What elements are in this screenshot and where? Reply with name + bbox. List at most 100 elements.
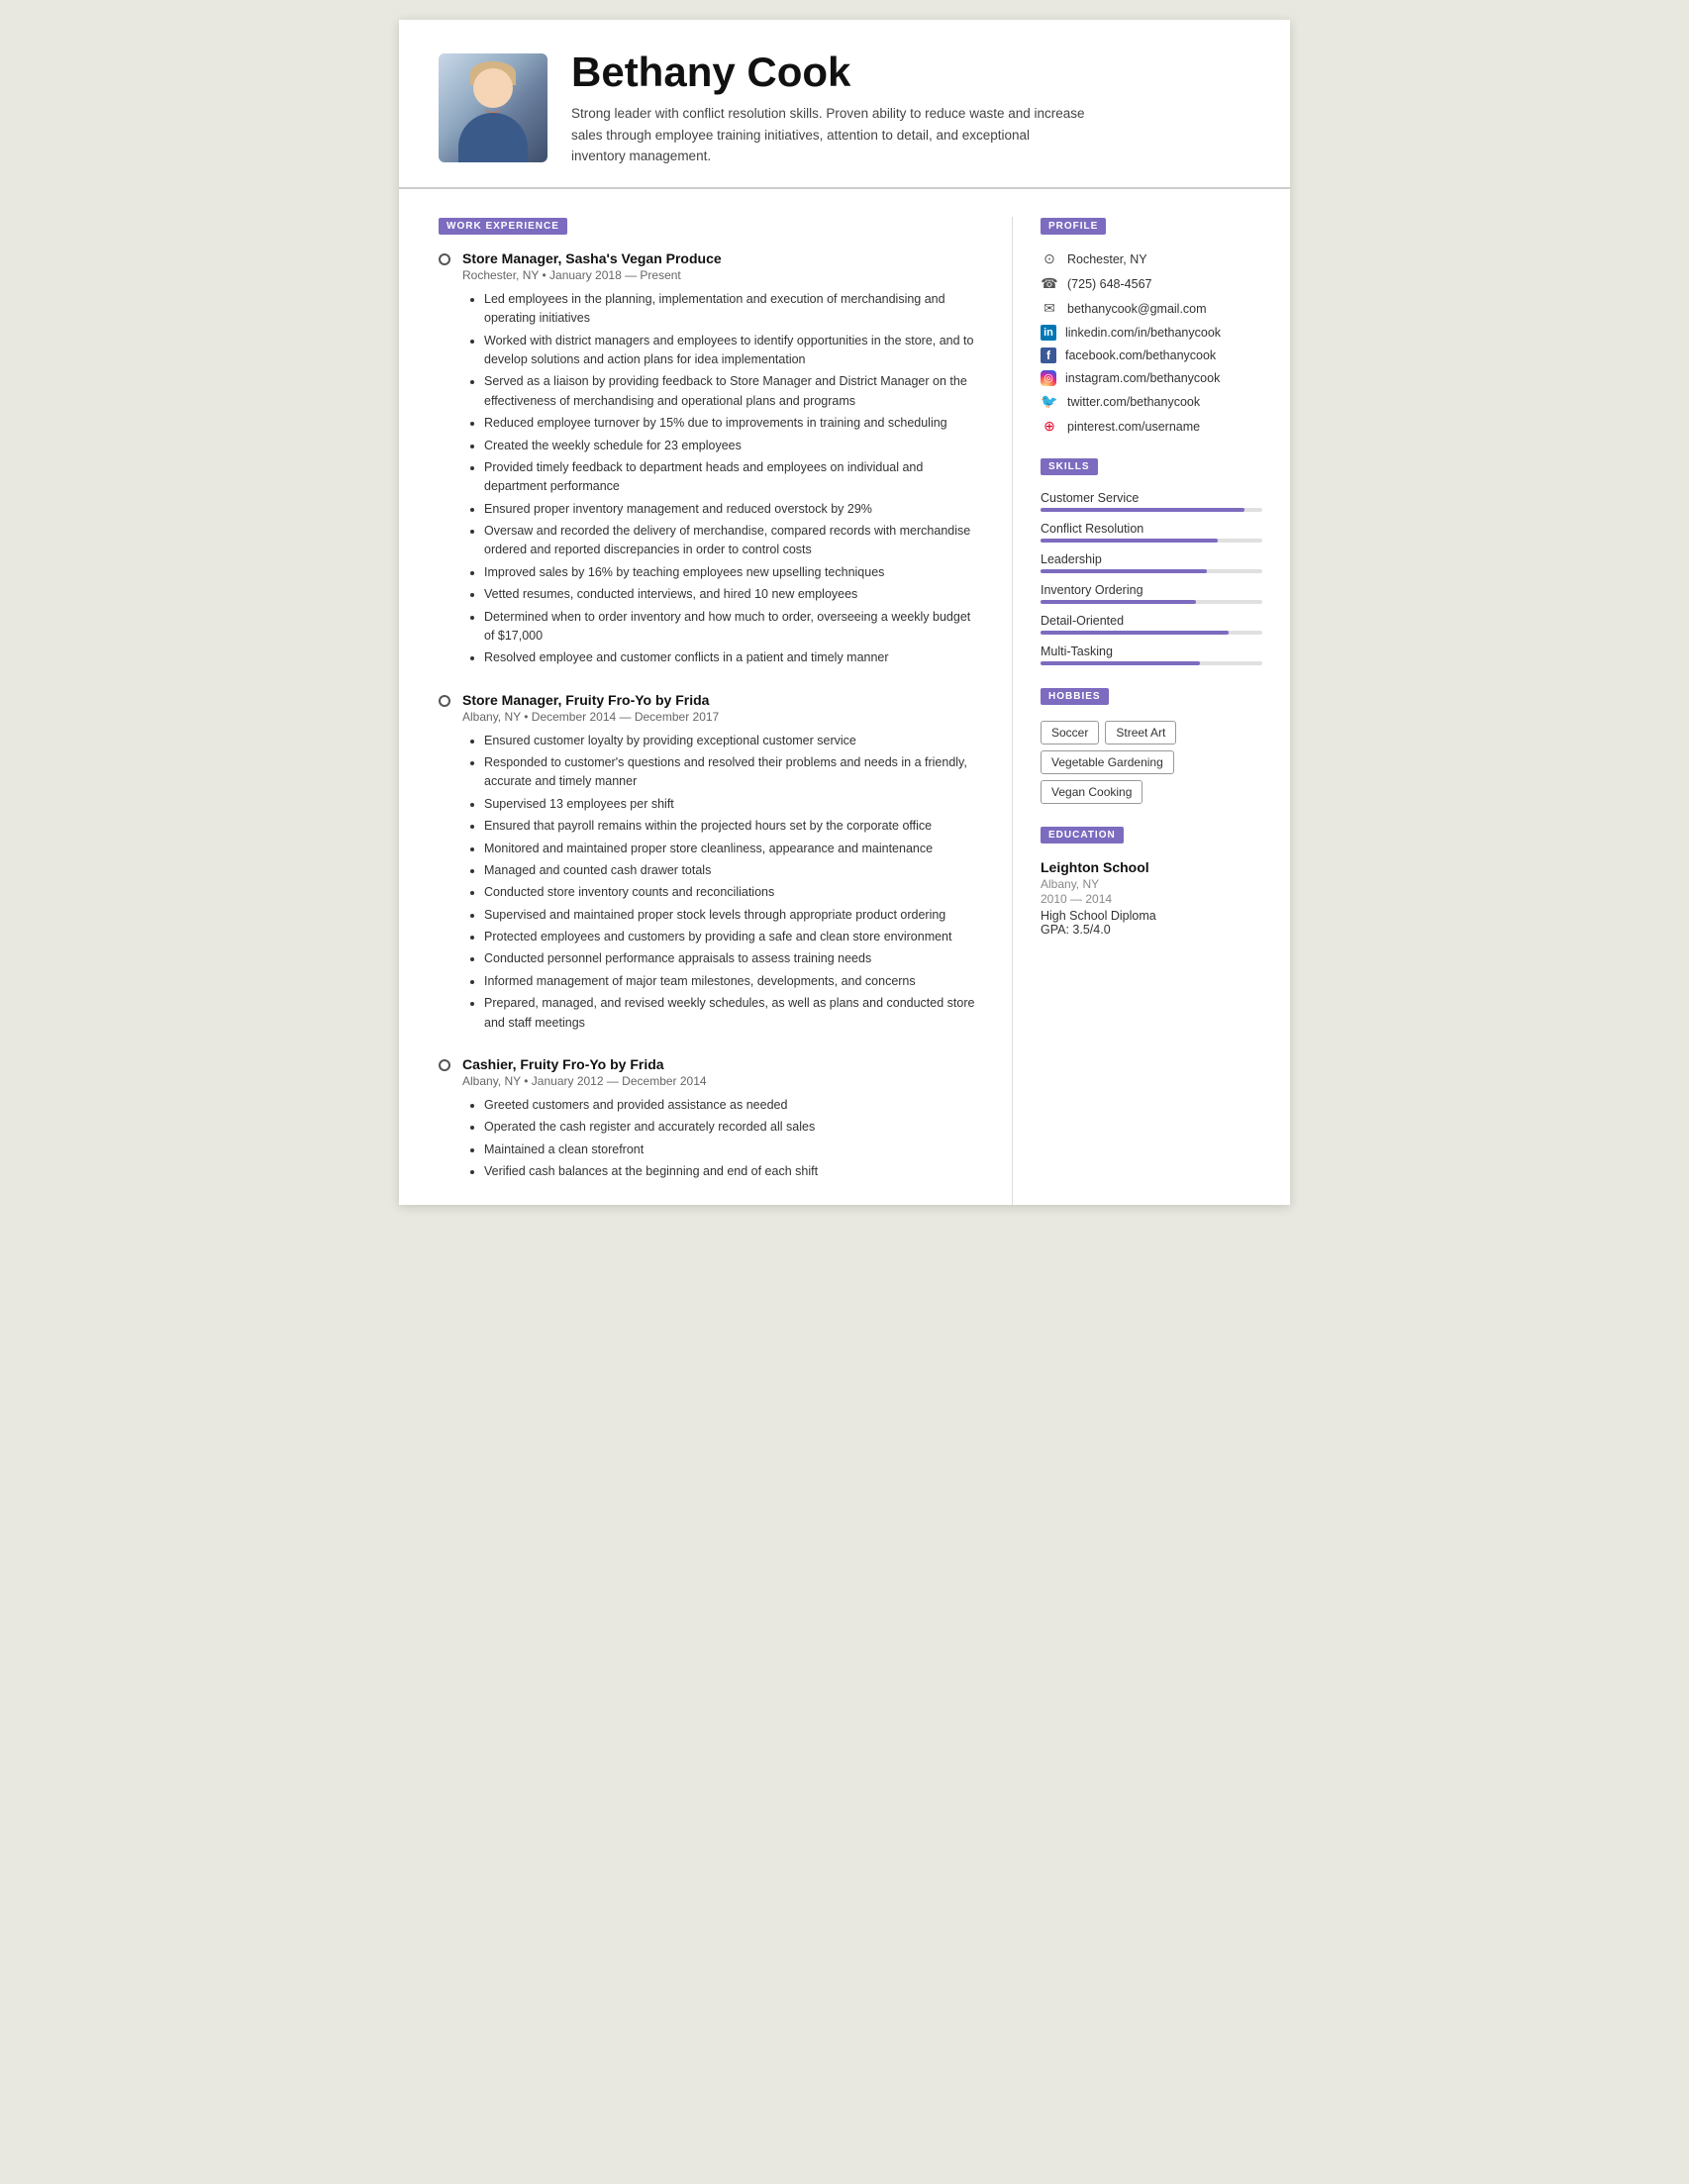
work-bullet-item: Verified cash balances at the beginning … [484, 1162, 984, 1181]
education-section: EDUCATION Leighton School Albany, NY 201… [1041, 826, 1262, 937]
phone-icon: ☎ [1041, 275, 1058, 293]
pinterest-icon: ⊕ [1041, 418, 1058, 436]
phone-text: (725) 648-4567 [1067, 277, 1151, 291]
work-title: Store Manager, Sasha's Vegan Produce [462, 250, 722, 266]
skill-item: Customer Service [1041, 491, 1262, 512]
work-bullet-item: Conducted store inventory counts and rec… [484, 883, 984, 902]
twitter-icon: 🐦 [1041, 393, 1058, 411]
work-bullet-item: Led employees in the planning, implement… [484, 290, 984, 329]
skill-bar-background [1041, 631, 1262, 635]
profile-label: PROFILE [1041, 218, 1106, 235]
work-bullets-list: Ensured customer loyalty by providing ex… [474, 732, 984, 1033]
avatar [439, 53, 547, 162]
skill-bar-fill [1041, 508, 1244, 512]
skill-name: Leadership [1041, 552, 1262, 566]
location-icon: ⊙ [1041, 250, 1058, 268]
location-text: Rochester, NY [1067, 252, 1147, 266]
skill-bar-fill [1041, 661, 1200, 665]
work-bullet-item: Responded to customer's questions and re… [484, 753, 984, 792]
work-bullet-item: Managed and counted cash drawer totals [484, 861, 984, 880]
instagram-icon: ◎ [1041, 370, 1056, 386]
profile-linkedin: in linkedin.com/in/bethanycook [1041, 325, 1262, 341]
skill-bar-background [1041, 661, 1262, 665]
skill-name: Inventory Ordering [1041, 583, 1262, 597]
work-experience-label: WORK EXPERIENCE [439, 218, 567, 235]
profile-twitter: 🐦 twitter.com/bethanycook [1041, 393, 1262, 411]
work-subtitle: Rochester, NY • January 2018 — Present [462, 268, 984, 282]
work-bullet-item: Worked with district managers and employ… [484, 332, 984, 370]
work-item-header: Store Manager, Sasha's Vegan Produce [439, 250, 984, 266]
linkedin-text: linkedin.com/in/bethanycook [1065, 326, 1221, 340]
skill-item: Multi-Tasking [1041, 645, 1262, 665]
work-item: Cashier, Fruity Fro-Yo by Frida Albany, N… [439, 1056, 984, 1182]
work-subtitle: Albany, NY • January 2012 — December 201… [462, 1074, 984, 1088]
profile-section: PROFILE ⊙ Rochester, NY ☎ (725) 648-4567… [1041, 217, 1262, 436]
skill-name: Multi-Tasking [1041, 645, 1262, 658]
school-degree: High School Diploma [1041, 909, 1262, 923]
work-subtitle: Albany, NY • December 2014 — December 20… [462, 710, 984, 724]
work-bullet-item: Resolved employee and customer conflicts… [484, 648, 984, 667]
school-years: 2010 — 2014 [1041, 892, 1262, 906]
resume-body: WORK EXPERIENCE Store Manager, Sasha's V… [399, 189, 1290, 1206]
work-bullet-item: Protected employees and customers by pro… [484, 928, 984, 946]
skill-bar-fill [1041, 569, 1207, 573]
work-circle-dot [439, 253, 450, 265]
work-bullet-item: Reduced employee turnover by 15% due to … [484, 414, 984, 433]
candidate-name: Bethany Cook [571, 50, 1250, 95]
work-bullet-item: Monitored and maintained proper store cl… [484, 840, 984, 858]
work-bullet-item: Created the weekly schedule for 23 emplo… [484, 437, 984, 455]
work-bullet-item: Ensured proper inventory management and … [484, 500, 984, 519]
facebook-text: facebook.com/bethanycook [1065, 348, 1216, 362]
profile-phone: ☎ (725) 648-4567 [1041, 275, 1262, 293]
work-circle-dot [439, 1059, 450, 1071]
education-label: EDUCATION [1041, 827, 1124, 844]
work-title: Store Manager, Fruity Fro-Yo by Frida [462, 692, 709, 708]
skill-item: Detail-Oriented [1041, 614, 1262, 635]
work-bullet-item: Conducted personnel performance appraisa… [484, 949, 984, 968]
profile-facebook: f facebook.com/bethanycook [1041, 347, 1262, 363]
skill-name: Customer Service [1041, 491, 1262, 505]
skill-bar-background [1041, 600, 1262, 604]
resume-document: Bethany Cook Strong leader with conflict… [399, 20, 1290, 1205]
skill-item: Conflict Resolution [1041, 522, 1262, 543]
instagram-text: instagram.com/bethanycook [1065, 371, 1220, 385]
work-title: Cashier, Fruity Fro-Yo by Frida [462, 1056, 664, 1072]
work-bullet-item: Supervised 13 employees per shift [484, 795, 984, 814]
skill-bar-background [1041, 508, 1262, 512]
pinterest-text: pinterest.com/username [1067, 420, 1200, 434]
profile-pinterest: ⊕ pinterest.com/username [1041, 418, 1262, 436]
work-item-header: Cashier, Fruity Fro-Yo by Frida [439, 1056, 984, 1072]
work-bullet-item: Ensured customer loyalty by providing ex… [484, 732, 984, 750]
work-bullet-item: Maintained a clean storefront [484, 1141, 984, 1159]
skills-list: Customer Service Conflict Resolution Leade… [1041, 491, 1262, 665]
skills-section: SKILLS Customer Service Conflict Resoluti… [1041, 457, 1262, 665]
candidate-summary: Strong leader with conflict resolution s… [571, 103, 1086, 167]
skills-label: SKILLS [1041, 458, 1098, 475]
profile-location: ⊙ Rochester, NY [1041, 250, 1262, 268]
skill-name: Conflict Resolution [1041, 522, 1262, 536]
work-item-header: Store Manager, Fruity Fro-Yo by Frida [439, 692, 984, 708]
email-icon: ✉ [1041, 300, 1058, 318]
work-bullet-item: Served as a liaison by providing feedbac… [484, 372, 984, 411]
work-bullet-item: Operated the cash register and accuratel… [484, 1118, 984, 1137]
work-experience-section: Store Manager, Sasha's Vegan Produce Roch… [439, 250, 984, 1182]
hobby-tag: Soccer [1041, 721, 1099, 745]
work-circle-dot [439, 695, 450, 707]
hobby-tag: Street Art [1105, 721, 1176, 745]
school-location: Albany, NY [1041, 877, 1262, 891]
right-column: PROFILE ⊙ Rochester, NY ☎ (725) 648-4567… [1013, 217, 1290, 1206]
skill-bar-fill [1041, 539, 1218, 543]
linkedin-icon: in [1041, 325, 1056, 341]
facebook-icon: f [1041, 347, 1056, 363]
twitter-text: twitter.com/bethanycook [1067, 395, 1200, 409]
work-item: Store Manager, Sasha's Vegan Produce Roch… [439, 250, 984, 668]
work-bullet-item: Improved sales by 16% by teaching employ… [484, 563, 984, 582]
left-column: WORK EXPERIENCE Store Manager, Sasha's V… [399, 217, 1013, 1206]
hobbies-list: SoccerStreet ArtVegetable GardeningVegan… [1041, 721, 1262, 804]
work-bullets-list: Greeted customers and provided assistanc… [474, 1096, 984, 1182]
work-item: Store Manager, Fruity Fro-Yo by Frida Alb… [439, 692, 984, 1033]
school-name: Leighton School [1041, 859, 1262, 875]
resume-header: Bethany Cook Strong leader with conflict… [399, 20, 1290, 189]
hobby-tag: Vegan Cooking [1041, 780, 1143, 804]
work-bullet-item: Vetted resumes, conducted interviews, an… [484, 585, 984, 604]
